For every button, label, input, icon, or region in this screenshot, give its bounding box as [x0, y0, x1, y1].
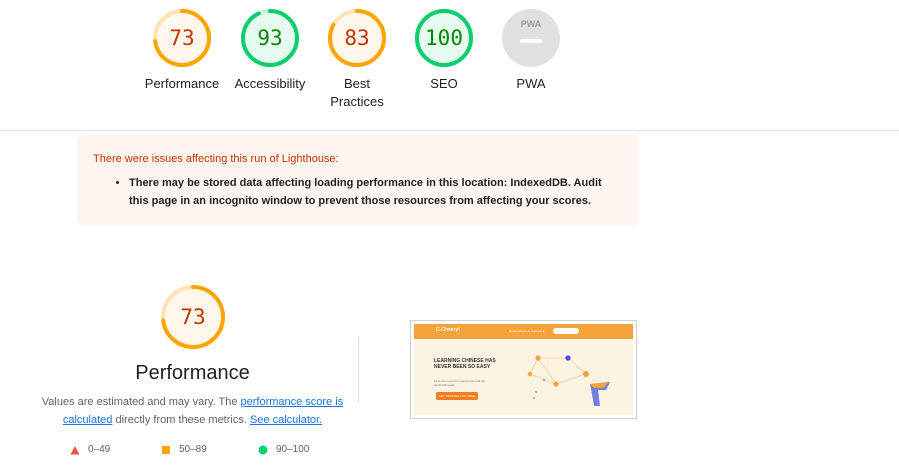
legend-pass-range: 90–100 — [276, 444, 310, 455]
circle-icon — [258, 445, 268, 454]
screenshot-nav-links: Home About Us Courses ▾ — [509, 329, 545, 333]
warning-list: There may be stored data affecting loadi… — [93, 174, 622, 210]
accessibility-score: 93 — [257, 26, 282, 50]
legend-fail-range: 0–49 — [88, 444, 111, 455]
pwa-dash-icon — [520, 39, 542, 43]
screenshot-hero-subtitle: Find out more from experts around the wo… — [434, 379, 486, 387]
final-screenshot-thumbnail[interactable]: C-Cheery! Home About Us Courses ▾ LEARNI… — [410, 320, 637, 419]
legend-pass: 90–100 — [258, 444, 309, 455]
screenshot-nav-button — [553, 328, 579, 334]
performance-gauge-ring: 73 — [153, 9, 211, 67]
gauge-performance[interactable]: 73 Performance — [132, 8, 232, 93]
best-practices-score: 83 — [344, 26, 369, 50]
legend-fail: 0–49 — [70, 444, 110, 455]
seo-label: SEO — [430, 76, 458, 91]
screenshot-hero-title: LEARNING CHINESE HAS NEVER BEEN SO EASY — [434, 358, 496, 370]
screenshot-logo: C-Cheery! — [436, 327, 460, 333]
triangle-icon — [70, 445, 80, 454]
performance-large-gauge: 73 — [160, 285, 225, 349]
score-gauges: 73 Performance 93 Accessibility 83 Best … — [0, 8, 899, 128]
gauge-seo[interactable]: 100 SEO — [394, 8, 494, 93]
gauge-best-practices[interactable]: 83 Best Practices — [307, 8, 407, 111]
gauge-pwa[interactable]: PWA PWA — [481, 8, 581, 93]
best-practices-gauge-ring: 83 — [328, 9, 386, 67]
see-calculator-link[interactable]: See calculator. — [250, 414, 322, 426]
accessibility-label: Accessibility — [234, 76, 306, 91]
performance-desc-prefix: Values are estimated and may vary. The — [41, 396, 238, 408]
performance-description: Values are estimated and may vary. The p… — [40, 393, 345, 429]
warning-title: There were issues affecting this run of … — [93, 153, 339, 165]
section-separator — [358, 337, 359, 403]
seo-score: 100 — [425, 26, 463, 50]
screenshot-page: C-Cheery! Home About Us Courses ▾ LEARNI… — [414, 324, 633, 415]
square-icon — [162, 445, 170, 454]
best-practices-label-line1: Best — [343, 76, 370, 91]
pwa-badge-icon: PWA — [502, 9, 560, 67]
performance-score: 73 — [169, 26, 194, 50]
accessibility-gauge-ring: 93 — [241, 9, 299, 67]
screenshot-hero-button: GET STARTED FOR FREE — [436, 392, 478, 400]
legend-average-range: 50–89 — [179, 444, 207, 455]
performance-section: 73 Performance Values are estimated and … — [40, 284, 345, 429]
gauge-accessibility[interactable]: 93 Accessibility — [220, 8, 320, 93]
best-practices-label: Best Practices — [307, 75, 407, 111]
best-practices-label-line2: Practices — [330, 94, 384, 109]
performance-title: Performance — [135, 362, 250, 384]
seo-gauge-ring: 100 — [415, 9, 473, 67]
run-warning-box: There were issues affecting this run of … — [77, 135, 638, 225]
performance-large-score: 73 — [180, 305, 205, 329]
pwa-badge-text: PWA — [521, 19, 542, 29]
header-divider — [0, 130, 899, 131]
screenshot-illustration-icon — [527, 355, 610, 406]
performance-label: Performance — [144, 76, 220, 91]
pwa-label: PWA — [516, 76, 546, 91]
performance-desc-mid: directly from these metrics. — [115, 414, 247, 426]
warning-item: There may be stored data affecting loadi… — [129, 174, 622, 210]
legend-average: 50–89 — [161, 444, 207, 455]
